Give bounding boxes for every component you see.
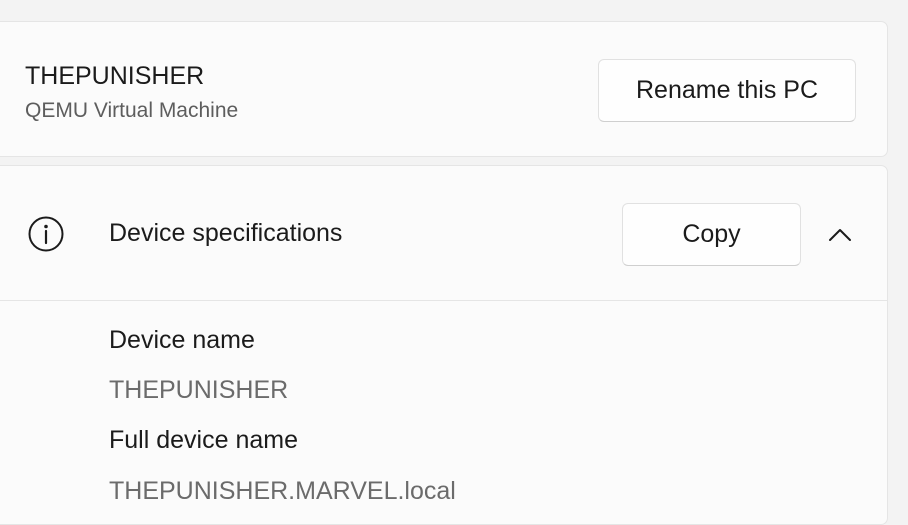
device-specifications-title: Device specifications xyxy=(109,219,343,247)
device-name-value: THEPUNISHER xyxy=(109,376,289,404)
device-name: THEPUNISHER xyxy=(25,62,205,90)
device-model: QEMU Virtual Machine xyxy=(25,99,239,122)
device-name-label: Device name xyxy=(109,326,255,354)
info-icon xyxy=(28,216,64,252)
device-specifications-header[interactable]: Device specifications Copy xyxy=(0,166,887,301)
chevron-up-icon[interactable] xyxy=(826,221,854,249)
full-device-name-label: Full device name xyxy=(109,426,298,454)
device-card: THEPUNISHER QEMU Virtual Machine Rename … xyxy=(0,21,888,157)
full-device-name-value: THEPUNISHER.MARVEL.local xyxy=(109,477,456,505)
copy-button[interactable]: Copy xyxy=(622,203,801,266)
rename-pc-button[interactable]: Rename this PC xyxy=(598,59,856,122)
device-specifications-card: Device specifications Copy Device name T… xyxy=(0,165,888,525)
